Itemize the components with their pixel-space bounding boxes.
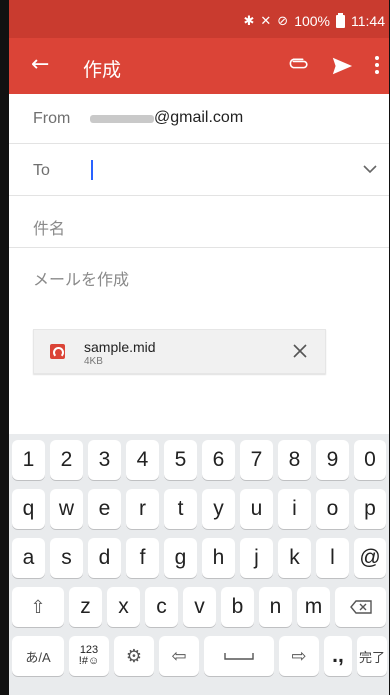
language-mode-key[interactable]: あ/A [12,636,64,676]
redacted-username [90,115,154,123]
app-bar: ← 作成 [9,38,389,94]
key-c[interactable]: c [145,587,178,627]
punctuation-key[interactable]: ., [324,636,352,676]
no-signal-icon: ⊘ [277,13,289,29]
key-w[interactable]: w [50,489,83,529]
key-5[interactable]: 5 [164,440,197,480]
key-3[interactable]: 3 [88,440,121,480]
body-field[interactable]: メールを作成 [9,248,389,298]
attach-icon[interactable] [287,52,309,76]
key-l[interactable]: l [316,538,349,578]
audio-file-icon [50,344,65,359]
subject-field[interactable]: 件名 [9,196,389,248]
page-title: 作成 [83,60,122,81]
backspace-icon [349,600,372,614]
key-2[interactable]: 2 [50,440,83,480]
space-key[interactable] [204,636,274,676]
key-1[interactable]: 1 [12,440,45,480]
symbols-key[interactable]: 123 !#☺ [69,636,109,676]
key-p[interactable]: p [354,489,386,529]
to-field[interactable]: To [9,144,389,196]
key-k[interactable]: k [278,538,311,578]
key-r[interactable]: r [126,489,159,529]
key-x[interactable]: x [107,587,140,627]
key-s[interactable]: s [50,538,83,578]
from-email-domain: @gmail.com [154,109,244,126]
battery-percent: 100% [294,13,330,29]
symbols-key-bottom: !#☺ [78,655,100,667]
key-u[interactable]: u [240,489,273,529]
remove-attachment-icon[interactable] [292,343,308,359]
back-arrow-icon[interactable]: ← [31,52,49,77]
shift-key-icon[interactable]: ⇧ [12,587,64,627]
key-j[interactable]: j [240,538,273,578]
key-4[interactable]: 4 [126,440,159,480]
key-v[interactable]: v [183,587,216,627]
key-h[interactable]: h [202,538,235,578]
chevron-down-icon[interactable] [363,164,377,174]
key-e[interactable]: e [88,489,121,529]
key-at[interactable]: @ [354,538,386,578]
bluetooth-icon: ✱ [243,13,255,29]
key-y[interactable]: y [202,489,235,529]
key-f[interactable]: f [126,538,159,578]
key-q[interactable]: q [12,489,45,529]
key-b[interactable]: b [221,587,254,627]
key-9[interactable]: 9 [316,440,349,480]
key-m[interactable]: m [297,587,330,627]
from-row[interactable]: From @gmail.com [9,94,389,144]
from-label: From [33,110,71,127]
settings-gear-icon[interactable]: ⚙ [114,636,154,676]
keyboard: 1 2 3 4 5 6 7 8 9 0 q w e r t y u i o p … [9,434,389,695]
more-options-icon[interactable] [367,52,387,78]
key-d[interactable]: d [88,538,121,578]
text-cursor [91,160,93,180]
to-label: To [33,162,50,179]
key-g[interactable]: g [164,538,197,578]
key-8[interactable]: 8 [278,440,311,480]
send-icon[interactable] [331,55,353,77]
attachment-card[interactable]: sample.mid 4KB [33,329,326,374]
space-bar-icon [224,653,254,660]
attachment-size: 4KB [84,356,103,367]
status-icons: ✱ ✕ ⊘ 100% 11:44 [243,12,385,29]
key-z[interactable]: z [69,587,102,627]
attachment-name: sample.mid [84,339,156,355]
key-o[interactable]: o [316,489,349,529]
key-a[interactable]: a [12,538,45,578]
key-n[interactable]: n [259,587,292,627]
key-t[interactable]: t [164,489,197,529]
subject-placeholder: 件名 [33,221,66,238]
body-placeholder: メールを作成 [33,272,130,289]
cursor-right-icon[interactable]: ⇨ [279,636,319,676]
status-bar: ✱ ✕ ⊘ 100% 11:44 [9,0,389,38]
done-key[interactable]: 完了 [357,636,387,676]
key-i[interactable]: i [278,489,311,529]
backspace-key[interactable] [335,587,386,627]
key-7[interactable]: 7 [240,440,273,480]
cursor-left-icon[interactable]: ⇦ [159,636,199,676]
vibrate-icon: ✕ [260,13,272,29]
key-6[interactable]: 6 [202,440,235,480]
battery-icon [336,12,345,28]
key-0[interactable]: 0 [354,440,386,480]
status-time: 11:44 [351,13,385,29]
